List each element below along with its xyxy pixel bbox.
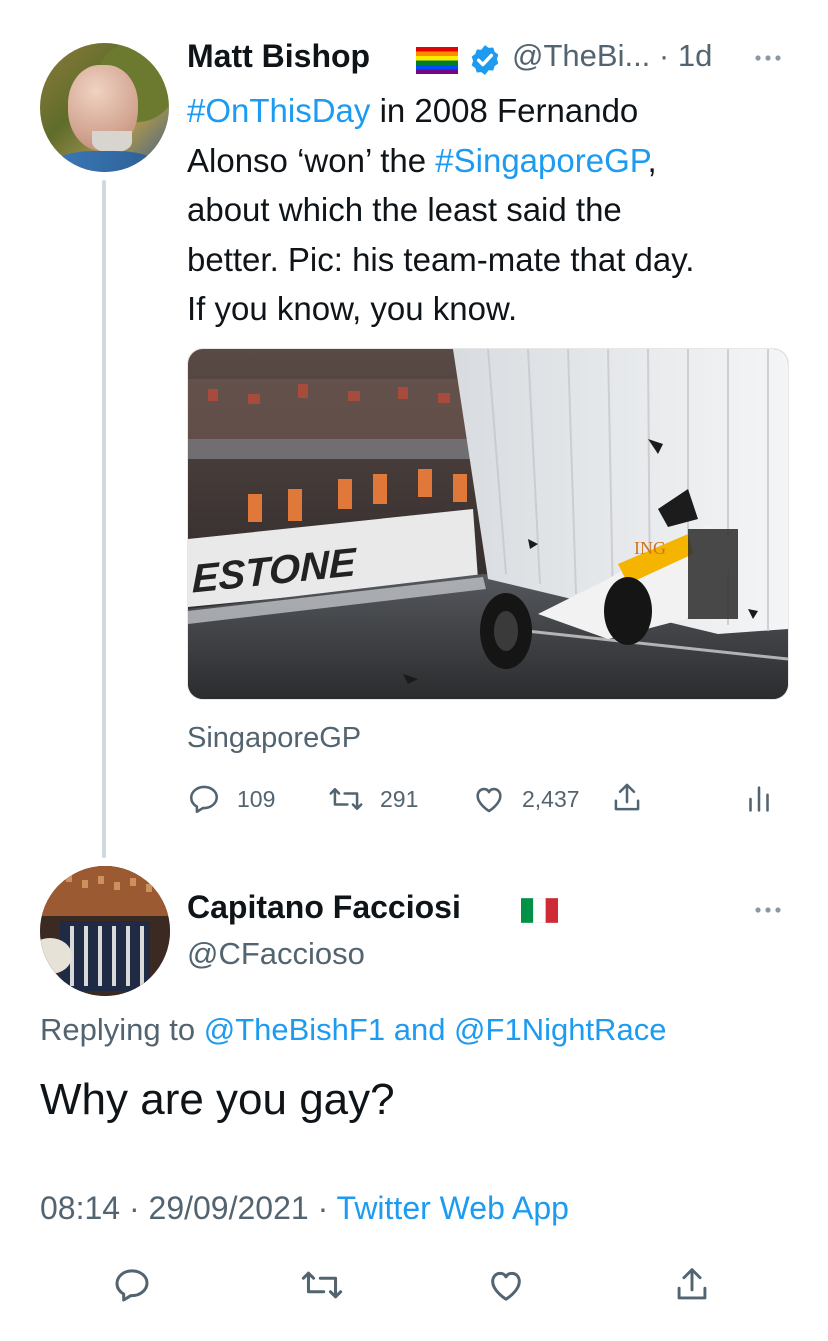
tweet-text-segment: better. Pic: his team-mate that day. <box>187 240 695 278</box>
hashtag-link[interactable]: #OnThisDay <box>187 92 370 129</box>
tweet-text-segment: If you know, you know. <box>187 290 518 327</box>
verified-badge-icon <box>471 45 499 75</box>
reply-text: Why are you gay? <box>40 1075 395 1124</box>
share-icon[interactable] <box>672 1264 712 1306</box>
thread-line <box>102 180 106 858</box>
retweet-count: 291 <box>380 785 419 812</box>
card-source-label[interactable]: SingaporeGP <box>187 722 361 755</box>
retweet-button[interactable]: 291 <box>328 782 418 816</box>
like-icon <box>476 787 502 813</box>
tweet-text-line: Alonso ‘won’ the #SingaporeGP, <box>187 136 807 186</box>
share-button[interactable] <box>610 780 644 816</box>
tweet-meta: 08:14 · 29/09/2021 · Twitter Web App <box>40 1190 569 1227</box>
tweet-text-line: If you know, you know. <box>187 284 807 334</box>
tweet-time[interactable]: 08:14 <box>40 1190 120 1226</box>
reply-icon[interactable] <box>112 1264 152 1306</box>
mention-f1nightrace[interactable]: @F1NightRace <box>454 1012 666 1047</box>
more-icon[interactable] <box>750 900 786 920</box>
tweet-text-line: about which the least said the <box>187 185 807 235</box>
author-handle-time[interactable]: @TheBi... · 1d <box>512 38 712 74</box>
media-car-text: ING <box>634 538 666 558</box>
tweet-text-segment: , <box>647 141 657 179</box>
avatar-matt-bishop[interactable] <box>40 43 169 172</box>
analytics-button[interactable] <box>744 782 774 816</box>
reply-button[interactable]: 109 <box>187 782 275 816</box>
meta-separator: · <box>120 1190 149 1226</box>
replying-to: Replying to @TheBishF1 and @F1NightRace <box>40 1012 666 1048</box>
crash-photo: ESTONE ING <box>188 349 788 699</box>
more-icon[interactable] <box>750 48 786 68</box>
retweet-icon[interactable] <box>300 1264 344 1306</box>
analytics-icon <box>749 786 769 812</box>
tweet-text-line: #OnThisDay in 2008 Fernando <box>187 86 807 136</box>
reply-author-name[interactable]: Capitano Facciosi <box>187 889 461 926</box>
replying-and: and <box>385 1012 455 1047</box>
reply-icon <box>189 785 219 814</box>
like-count: 2,437 <box>522 785 580 812</box>
mention-thebishf1[interactable]: @TheBishF1 <box>204 1012 385 1047</box>
tweet-text-segment: Alonso ‘won’ the <box>187 141 436 179</box>
author-name[interactable]: Matt Bishop <box>187 38 370 75</box>
like-button[interactable]: 2,437 <box>472 782 580 816</box>
hashtag-link[interactable]: #SingaporeGP <box>435 142 647 179</box>
tweet-text-segment: about which the least said the <box>187 191 622 228</box>
meta-separator: · <box>308 1190 337 1226</box>
tweet-source[interactable]: Twitter Web App <box>337 1190 569 1226</box>
replying-prefix: Replying to <box>40 1012 204 1047</box>
tweet-text-segment: in 2008 Fernando <box>370 92 639 129</box>
share-icon <box>614 783 640 811</box>
rainbow-flag-icon <box>416 47 458 74</box>
tweet-date[interactable]: 29/09/2021 <box>149 1190 309 1226</box>
italy-flag-icon <box>521 898 558 923</box>
avatar-capitano-facciosi[interactable] <box>40 866 170 996</box>
reply-count: 109 <box>237 785 276 812</box>
tweet-text-line: better. Pic: his team-mate that day. <box>187 235 807 285</box>
tweet-media-image[interactable]: ESTONE ING <box>187 348 789 700</box>
reply-author-handle[interactable]: @CFaccioso <box>187 936 365 972</box>
tweet-text: #OnThisDay in 2008 Fernando Alonso ‘won’ … <box>187 86 807 334</box>
like-icon[interactable] <box>486 1264 526 1306</box>
retweet-icon <box>329 788 363 810</box>
